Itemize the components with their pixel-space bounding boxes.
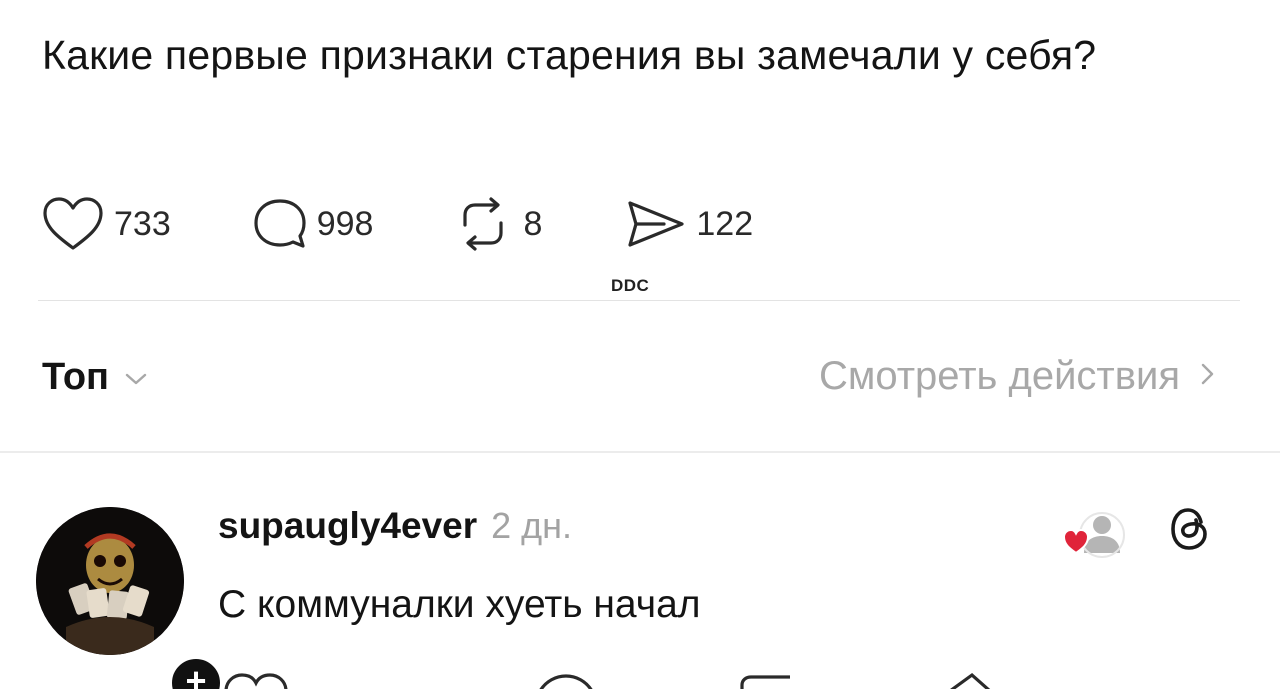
chevron-right-icon — [1200, 354, 1216, 399]
like-button[interactable]: 733 — [40, 195, 171, 253]
share-button[interactable]: 122 — [624, 195, 753, 253]
reply-text: С коммуналки хуеть начал — [218, 583, 701, 626]
comment-count: 998 — [316, 204, 374, 243]
heart-icon — [40, 195, 106, 253]
repost-icon — [451, 195, 515, 253]
liked-by-author-icon — [1062, 509, 1126, 564]
share-count: 122 — [696, 204, 754, 243]
view-activity-link[interactable]: Смотреть действия — [819, 354, 1216, 399]
chevron-down-icon — [123, 356, 149, 399]
reply-actions-partial — [0, 671, 1280, 689]
reply-header: supaugly4ever 2 дн. — [218, 505, 572, 547]
threads-logo-icon[interactable] — [1168, 505, 1212, 558]
divider — [38, 300, 1240, 301]
comment-bubble-icon — [251, 195, 309, 253]
avatar — [36, 507, 184, 655]
reply-timestamp: 2 дн. — [491, 505, 573, 546]
replies-header: Топ Смотреть действия — [42, 348, 1222, 408]
reply-item: + supaugly4ever 2 дн. С коммуналки хуеть… — [0, 453, 1280, 689]
post-actions: 733 998 8 122 — [40, 196, 753, 252]
post-text: Какие первые признаки старения вы замеча… — [42, 32, 1097, 78]
avatar-container[interactable]: + — [36, 507, 224, 689]
reply-username[interactable]: supaugly4ever — [218, 505, 477, 547]
repost-count: 8 — [523, 204, 543, 243]
comment-button[interactable]: 998 — [251, 195, 374, 253]
like-count: 733 — [114, 204, 171, 243]
view-activity-label: Смотреть действия — [818, 354, 1180, 398]
sort-label: Топ — [42, 356, 109, 398]
sort-dropdown[interactable]: Топ — [42, 356, 149, 399]
repost-button[interactable]: 8 — [451, 195, 542, 253]
thread-post-view: Какие первые признаки старения вы замеча… — [0, 0, 1280, 689]
send-icon — [624, 195, 688, 253]
watermark-text: DDC — [611, 276, 650, 295]
